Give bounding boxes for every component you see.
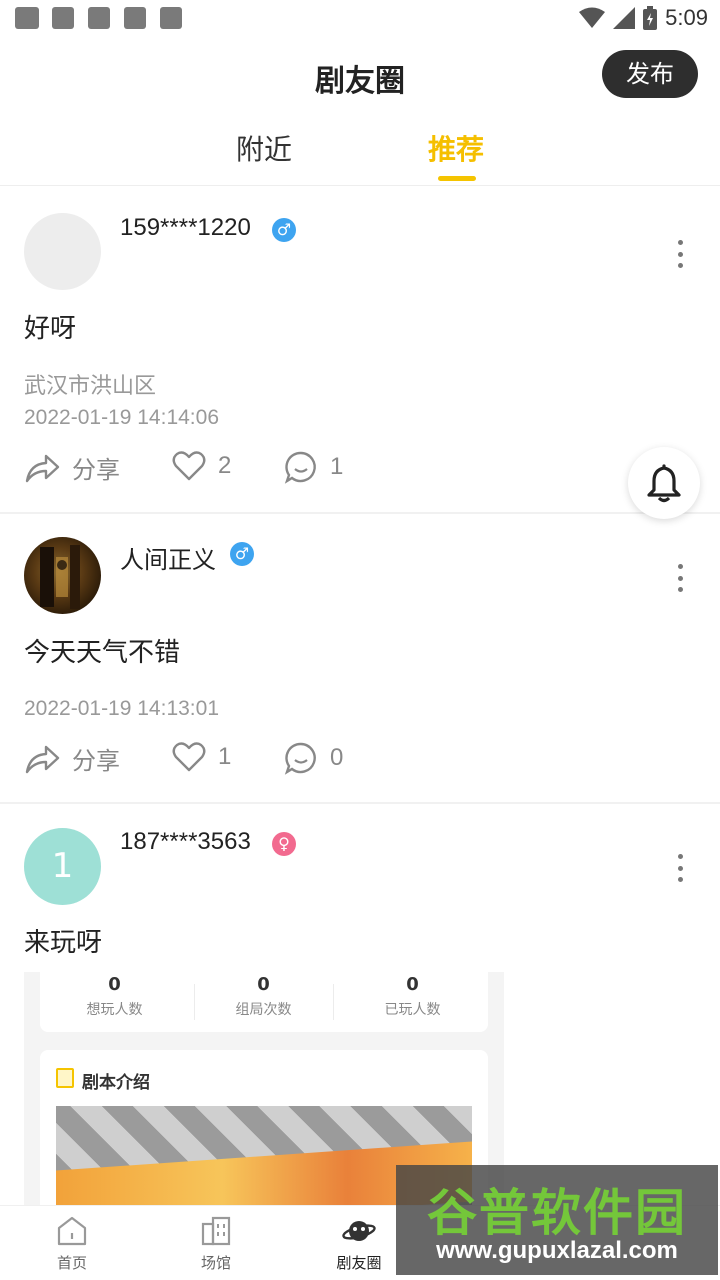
a-icon	[160, 7, 182, 29]
male-gender-icon: ♂	[272, 218, 296, 242]
wifi-icon	[579, 7, 606, 28]
post-content: 今天天气不错	[24, 638, 181, 668]
active-tab-indicator	[438, 176, 476, 181]
watermark-text: 谷普软件园	[427, 1184, 687, 1242]
app-header: 剧友圈 发布	[0, 40, 720, 110]
heart-icon	[172, 451, 206, 481]
post-timestamp: 2022-01-19 14:13:01	[24, 697, 219, 720]
female-gender-icon: ♀	[272, 832, 296, 856]
share-icon	[25, 745, 60, 773]
avatar[interactable]	[24, 213, 101, 290]
stat-played-count: 0 已玩人数	[384, 974, 441, 1018]
post-content: 来玩呀	[24, 928, 103, 958]
stat-want-to-play: 0 想玩人数	[86, 974, 143, 1018]
post-location: 武汉市洪山区	[24, 374, 157, 399]
post-timestamp: 2022-01-19 14:14:06	[24, 406, 219, 429]
image-icon	[88, 7, 110, 29]
tab-recommend[interactable]: 推荐	[428, 128, 484, 168]
nav-label: 场馆	[200, 1254, 231, 1272]
nav-label: 首页	[56, 1254, 87, 1272]
nav-venue[interactable]: 场馆	[166, 1214, 266, 1273]
post-content: 好呀	[24, 314, 77, 344]
avatar[interactable]	[24, 537, 101, 614]
heart-icon	[172, 742, 206, 772]
share-icon	[25, 454, 60, 482]
like-button[interactable]: 2	[172, 450, 231, 482]
comment-button[interactable]: 0	[284, 741, 343, 775]
stat-group-count: 0 组局次数	[235, 974, 292, 1018]
comment-count: 0	[330, 744, 344, 771]
status-time: 5:09	[665, 5, 708, 30]
building-icon	[201, 1216, 231, 1246]
notification-button[interactable]	[628, 447, 700, 519]
signal-icon	[613, 7, 636, 29]
comment-count: 1	[330, 453, 344, 480]
post-item[interactable]: 159****1220 ♂ 好呀 武汉市洪山区 2022-01-19 14:14…	[0, 190, 720, 512]
publish-button[interactable]: 发布	[602, 50, 698, 98]
nav-home[interactable]: 首页	[22, 1214, 122, 1273]
more-options-icon[interactable]	[676, 854, 684, 882]
battery-icon	[643, 6, 658, 30]
comment-icon	[284, 742, 316, 775]
share-label: 分享	[72, 748, 120, 775]
comment-icon	[284, 451, 316, 484]
nav-community[interactable]: 剧友圈	[309, 1214, 409, 1273]
script-intro-title: 剧本介绍	[82, 1073, 150, 1093]
status-bar: 5:09	[0, 0, 720, 36]
notification-icon	[124, 7, 146, 29]
share-button[interactable]: 分享	[24, 741, 120, 776]
tab-nearby[interactable]: 附近	[236, 128, 292, 168]
more-options-icon[interactable]	[676, 564, 684, 592]
home-icon	[57, 1216, 87, 1246]
male-gender-icon: ♂	[230, 542, 254, 566]
share-label: 分享	[72, 457, 120, 484]
post-username[interactable]: 人间正义	[120, 540, 216, 575]
share-button[interactable]: 分享	[24, 450, 120, 485]
post-username[interactable]: 159****1220	[120, 214, 251, 242]
more-options-icon[interactable]	[676, 240, 684, 268]
post-item[interactable]: 1 187****3563 ♀ 来玩呀	[0, 804, 720, 974]
post-username[interactable]: 187****3563	[120, 828, 251, 856]
feed-tabs: 附近 推荐	[0, 120, 720, 186]
avatar[interactable]: 1	[24, 828, 101, 905]
planet-icon	[342, 1221, 376, 1241]
like-button[interactable]: 1	[172, 741, 231, 773]
like-count: 1	[218, 743, 232, 770]
comment-button[interactable]: 1	[284, 450, 343, 484]
bell-icon	[647, 464, 681, 503]
like-count: 2	[218, 452, 232, 479]
book-icon	[56, 1068, 74, 1088]
watermark: 谷普软件园 www.gupuxlazal.com	[396, 1165, 718, 1275]
script-stats: 0 想玩人数 0 组局次数 0 已玩人数	[40, 972, 488, 1032]
watermark-url: www.gupuxlazal.com	[436, 1237, 678, 1264]
post-item[interactable]: 人间正义 ♂ 今天天气不错 2022-01-19 14:13:01 分享 1 0	[0, 514, 720, 802]
notification-icon	[15, 7, 39, 29]
nav-label: 剧友圈	[336, 1254, 382, 1272]
avatar-photo	[40, 545, 80, 609]
notification-icon	[52, 7, 74, 29]
